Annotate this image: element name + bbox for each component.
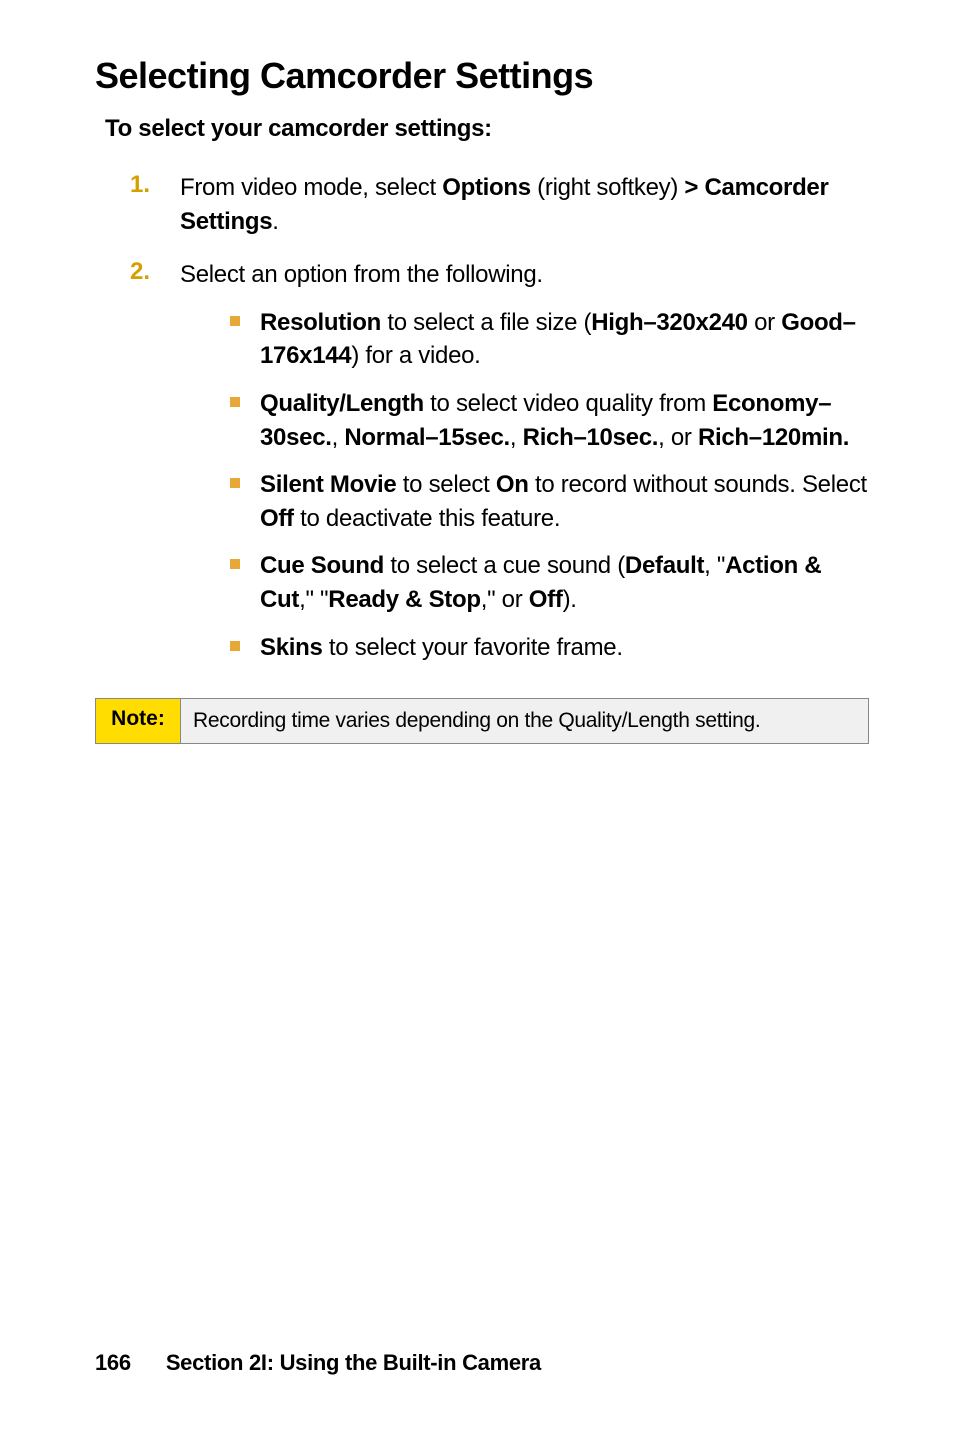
text: , " [704, 552, 725, 579]
bold-text: Default [625, 552, 704, 579]
note-content: Recording time varies depending on the Q… [181, 699, 869, 744]
bold-text: Options [442, 174, 531, 201]
text: to select a cue sound ( [384, 552, 625, 579]
step-1: 1. From video mode, select Options (righ… [95, 171, 869, 238]
bullet-icon [230, 306, 260, 373]
bold-text: Silent Movie [260, 471, 396, 498]
note-label: Note: [96, 699, 181, 744]
bold-text: Off [260, 505, 294, 532]
text: to deactivate this feature. [294, 505, 560, 532]
text: to select a file size ( [381, 309, 591, 336]
sub-list: Resolution to select a file size (High–3… [180, 306, 869, 664]
step-content: From video mode, select Options (right s… [180, 171, 869, 238]
text: or [748, 309, 781, 336]
text: to select video quality from [424, 390, 712, 417]
text: , [510, 424, 523, 451]
bold-text: Ready & Stop [328, 586, 480, 613]
text: ). [563, 586, 577, 613]
bold-text: Cue Sound [260, 552, 384, 579]
step-number: 2. [130, 258, 180, 678]
bold-text: Quality/Length [260, 390, 424, 417]
page-number: 166 [95, 1350, 131, 1375]
step-2: 2. Select an option from the following. … [95, 258, 869, 678]
bullet-icon [230, 631, 260, 665]
text: ," or [481, 586, 529, 613]
bold-text: On [496, 471, 529, 498]
bold-text: Off [529, 586, 563, 613]
sub-item-resolution: Resolution to select a file size (High–3… [180, 306, 869, 373]
text: to select [396, 471, 495, 498]
text: . [272, 208, 278, 235]
text: ," " [299, 586, 328, 613]
note-box: Note: Recording time varies depending on… [95, 698, 869, 744]
sub-content: Skins to select your favorite frame. [260, 631, 869, 665]
subheading: To select your camcorder settings: [105, 115, 869, 143]
text: , or [658, 424, 698, 451]
text: (right softkey) [531, 174, 685, 201]
sub-item-quality: Quality/Length to select video quality f… [180, 387, 869, 454]
text: Select an option from the following. [180, 261, 543, 288]
bold-text: Skins [260, 634, 323, 661]
bold-text: Resolution [260, 309, 381, 336]
bold-text: High–320x240 [591, 309, 748, 336]
text: , [332, 424, 345, 451]
sub-item-cue: Cue Sound to select a cue sound (Default… [180, 549, 869, 616]
section-label: Section 2I: Using the Built-in Camera [166, 1350, 541, 1375]
bullet-icon [230, 468, 260, 535]
step-number: 1. [130, 171, 180, 238]
bold-text: Rich–120min. [698, 424, 849, 451]
bold-text: Normal–15sec. [344, 424, 510, 451]
bold-text: Rich–10sec. [523, 424, 658, 451]
sub-content: Quality/Length to select video quality f… [260, 387, 869, 454]
page-footer: 166 Section 2I: Using the Built-in Camera [95, 1350, 541, 1376]
sub-item-silent: Silent Movie to select On to record with… [180, 468, 869, 535]
sub-content: Silent Movie to select On to record with… [260, 468, 869, 535]
sub-content: Resolution to select a file size (High–3… [260, 306, 869, 373]
text: ) for a video. [351, 342, 480, 369]
bullet-icon [230, 387, 260, 454]
bullet-icon [230, 549, 260, 616]
page-heading: Selecting Camcorder Settings [95, 55, 869, 97]
sub-content: Cue Sound to select a cue sound (Default… [260, 549, 869, 616]
text: From video mode, select [180, 174, 442, 201]
step-content: Select an option from the following. Res… [180, 258, 869, 678]
sub-item-skins: Skins to select your favorite frame. [180, 631, 869, 665]
text: to record without sounds. Select [529, 471, 867, 498]
text: to select your favorite frame. [323, 634, 623, 661]
